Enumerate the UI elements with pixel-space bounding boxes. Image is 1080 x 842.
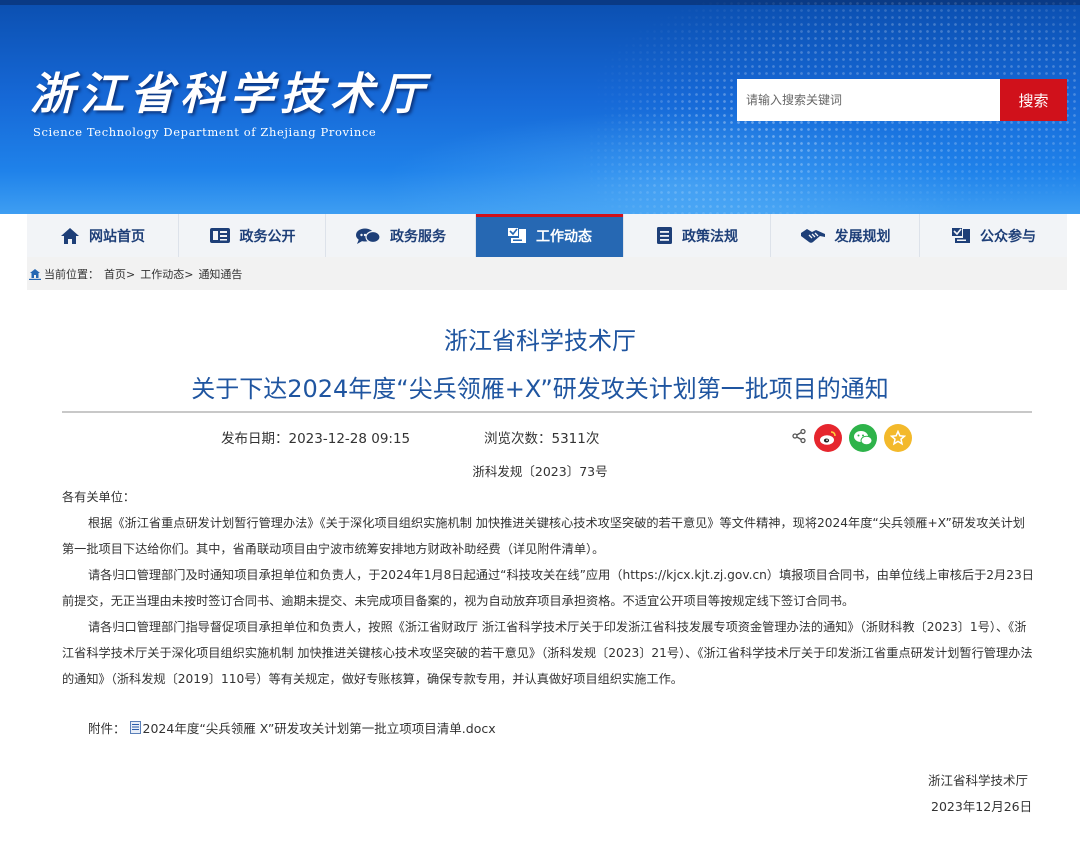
attachment-link[interactable]: 2024年度“尖兵领雁 X”研发攻关计划第一批立项项目清单.docx (143, 718, 496, 737)
title-divider (62, 411, 1032, 413)
article-org-title: 浙江省科学技术厅 (444, 327, 636, 355)
news-icon (209, 228, 230, 243)
home-icon (61, 227, 79, 244)
paragraph-3: 请各归口管理部门指导督促项目承担单位和负责人，按照《浙江省财政厅 浙江省科学技术… (62, 620, 1033, 686)
star-icon (890, 430, 906, 446)
nav-item-label: 公众参与 (980, 228, 1036, 245)
nav-item-government-affairs[interactable]: 政务公开 (178, 214, 325, 257)
document-icon (657, 227, 672, 244)
search-bar: 搜索 (737, 79, 1067, 121)
breadcrumb: 当前位置： 首页> 工作动态> 通知通告 (27, 257, 1067, 290)
nav-item-home[interactable]: 网站首页 (27, 214, 178, 257)
nav-item-label: 政务服务 (390, 228, 446, 245)
attachment-label: 附件： (88, 721, 126, 736)
wechat-icon (854, 431, 873, 446)
share-weibo-button[interactable] (814, 424, 842, 452)
paragraph-2: 请各归口管理部门及时通知项目承担单位和负责人，于2024年1月8日起通过“科技攻… (62, 568, 1034, 608)
breadcrumb-prefix: 当前位置： (44, 267, 99, 281)
nav-item-label: 政务公开 (239, 228, 296, 245)
work-icon (508, 228, 526, 243)
search-input[interactable] (737, 79, 1000, 121)
site-logo-english: Science Technology Department of Zhejian… (33, 125, 377, 139)
participation-icon (952, 228, 970, 243)
nav-item-government-services[interactable]: 政务服务 (325, 214, 475, 257)
nav-item-label: 工作动态 (536, 228, 592, 245)
document-number: 浙科发规〔2023〕73号 (472, 464, 608, 479)
signature-date: 2023年12月26日 (931, 799, 1033, 814)
view-count: 浏览次数：5311次 (484, 431, 600, 447)
signature-organization: 浙江省科学技术厅 (928, 773, 1029, 788)
search-button[interactable]: 搜索 (1000, 79, 1067, 121)
location-icon (29, 268, 41, 280)
paragraph-1: 根据《浙江省重点研发计划暂行管理办法》《关于深化项目组织实施机制 加快推进关键核… (62, 516, 1025, 556)
weibo-icon (820, 431, 836, 445)
main-nav: 网站首页 政务公开 政务服务 工作动态 政策法规 发展规划 公众参与 (27, 214, 1067, 257)
share-icon[interactable] (791, 428, 807, 444)
breadcrumb-work-news[interactable]: 工作动态> (140, 266, 193, 282)
nav-item-work-news[interactable]: 工作动态 (475, 214, 623, 257)
chat-icon (356, 228, 381, 244)
nav-item-label: 政策法规 (682, 228, 738, 245)
handshake-icon (800, 228, 825, 243)
greeting: 各有关单位： (62, 490, 136, 504)
article-title: 关于下达2024年度“尖兵领雁+X”研发攻关计划第一批项目的通知 (191, 375, 889, 403)
publish-date: 发布日期：2023-12-28 09:15 (221, 431, 411, 447)
attachment: 附件： 2024年度“尖兵领雁 X”研发攻关计划第一批立项项目清单.docx (88, 718, 496, 737)
site-logo-chinese[interactable]: 浙江省科学技术厅 (30, 58, 430, 122)
nav-item-policies-regulations[interactable]: 政策法规 (623, 214, 770, 257)
nav-item-development-planning[interactable]: 发展规划 (770, 214, 919, 257)
breadcrumb-notices[interactable]: 通知通告 (198, 266, 242, 282)
breadcrumb-home[interactable]: 首页> (104, 266, 135, 282)
share-wechat-button[interactable] (849, 424, 877, 452)
nav-item-public-participation[interactable]: 公众参与 (919, 214, 1067, 257)
nav-item-label: 发展规划 (834, 228, 891, 245)
favorite-button[interactable] (884, 424, 912, 452)
nav-item-label: 网站首页 (89, 228, 145, 245)
word-document-icon (129, 721, 141, 734)
site-banner: 浙江省科学技术厅 Science Technology Department o… (0, 0, 1080, 214)
